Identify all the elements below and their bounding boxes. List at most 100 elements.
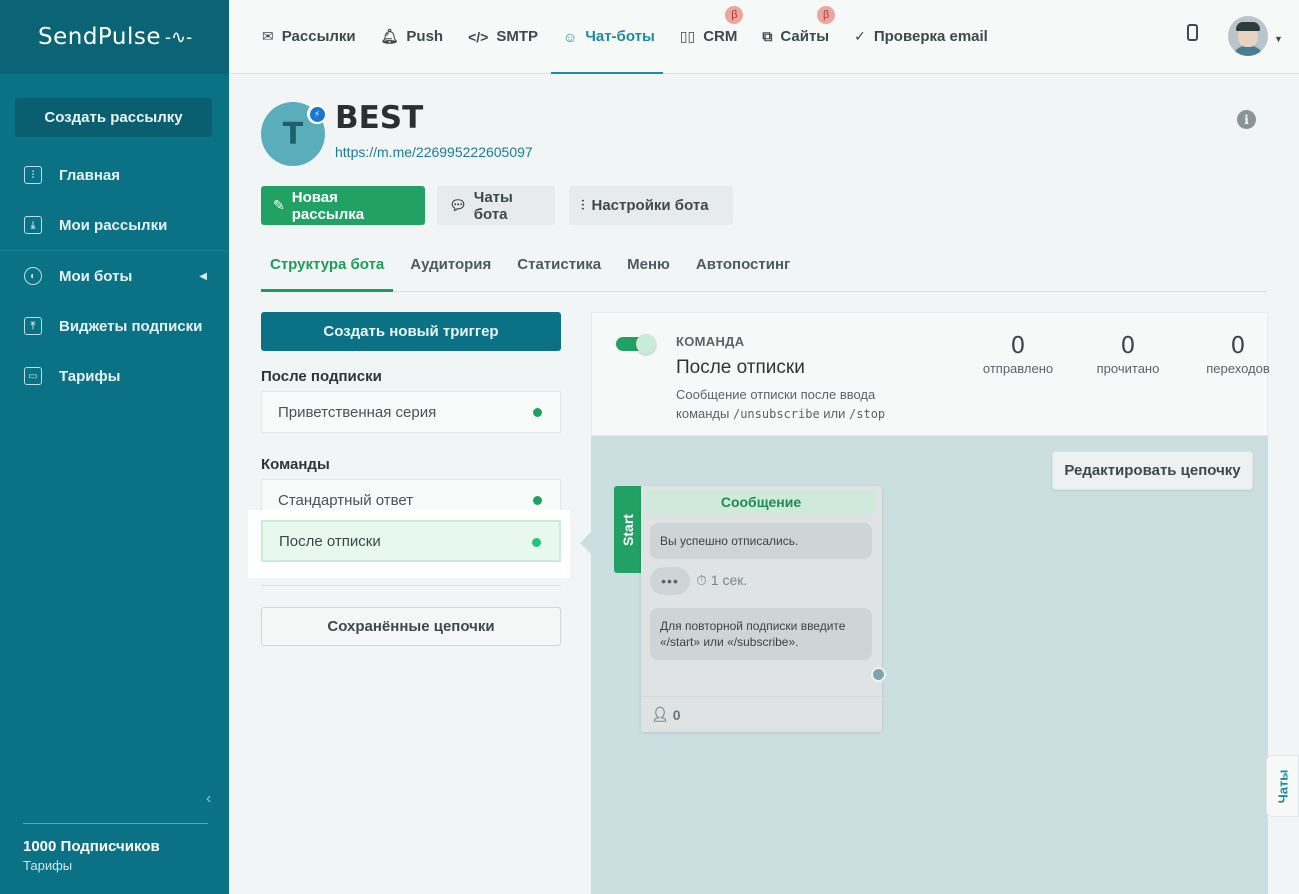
trigger-label: Приветственная серия: [278, 403, 437, 421]
message-block-title: Сообщение: [646, 490, 876, 514]
subscription-info: 1000 Подписчиков Тарифы: [23, 823, 208, 873]
collapse-sidebar-icon[interactable]: ‹: [206, 790, 211, 808]
delay-value: 1 сек.: [710, 572, 748, 588]
message-bubble: Вы успешно отписались.: [650, 523, 872, 559]
after-subscribe-label: После подписки: [261, 368, 382, 385]
beta-badge: β: [725, 5, 744, 24]
stat-clicks: 0 переходов: [1188, 333, 1288, 376]
create-campaign-button[interactable]: Создать рассылку: [15, 98, 212, 137]
divider: [261, 585, 561, 586]
sidebar-item-tariffs[interactable]: ▭ Тарифы: [0, 351, 229, 401]
button-label: Настройки бота: [591, 197, 709, 214]
user-icon: 👤︎: [651, 706, 669, 722]
logo[interactable]: SendPulse -∿-: [0, 0, 229, 74]
tab-autoposting[interactable]: Автопостинг: [687, 244, 799, 291]
trigger-panel: КОМАНДА После отписки Сообщение отписки …: [580, 312, 1270, 894]
tariffs-link[interactable]: Тарифы: [23, 858, 208, 873]
sidebar-item-label: Тарифы: [59, 367, 121, 385]
bot-link[interactable]: https://m.me/226995222605097: [335, 144, 533, 160]
status-dot: [532, 538, 541, 547]
chain-canvas[interactable]: Редактировать цепочку Start Сообщение Вы…: [580, 436, 1268, 894]
sidebar-item-label: Мои боты: [59, 267, 133, 285]
bot-settings-button[interactable]: ⫶ Настройки бота: [569, 186, 733, 225]
stat-sent: 0 отправлено: [968, 333, 1068, 376]
info-icon[interactable]: i: [1237, 110, 1256, 129]
bot-tabs: Структура бота Аудитория Статистика Меню…: [261, 244, 1267, 292]
inbox-icon: ⤓: [24, 216, 42, 234]
tab-structure[interactable]: Структура бота: [261, 244, 394, 292]
typing-indicator: •••: [650, 567, 690, 595]
bot-chats-button[interactable]: 💬︎ Чаты бота: [437, 186, 555, 225]
tab-statistics[interactable]: Статистика: [508, 244, 610, 291]
wallet-icon: ▭: [24, 367, 42, 385]
sidebar: SendPulse -∿- Создать рассылку ⫶ Главная…: [0, 0, 229, 894]
stat-label: отправлено: [982, 361, 1054, 376]
topnav-item-campaigns[interactable]: ✉ Рассылки: [262, 0, 356, 74]
sidebar-item-widgets[interactable]: ⤒ Виджеты подписки: [0, 301, 229, 351]
chat-icon: 💬︎: [449, 197, 467, 213]
messenger-icon: ⚡: [309, 106, 325, 122]
saved-chains-button[interactable]: Сохранённые цепочки: [261, 607, 561, 646]
tab-menu[interactable]: Меню: [618, 244, 679, 291]
mobile-icon[interactable]: [1187, 24, 1198, 41]
commands-label: Команды: [261, 456, 330, 473]
topnav-label: Чат-боты: [585, 28, 655, 45]
avatar-body: [1233, 46, 1263, 56]
trigger-header: КОМАНДА После отписки Сообщение отписки …: [591, 312, 1270, 436]
edit-chain-button[interactable]: Редактировать цепочку: [1052, 451, 1253, 490]
topnav-item-crm[interactable]: ▯▯ CRM β: [680, 0, 744, 74]
sidebar-item-label: Виджеты подписки: [59, 317, 203, 335]
stat-value: 0: [1230, 333, 1246, 359]
button-label: Чаты бота: [473, 188, 513, 223]
command-unsubscribe: /unsubscribe: [732, 407, 820, 421]
trigger-type: КОМАНДА: [676, 334, 745, 349]
main-content: T ⚡ BEST https://m.me/226995222605097 i …: [229, 74, 1299, 894]
topnav-item-email-check[interactable]: ✓ Проверка email: [854, 0, 988, 74]
status-dot: [533, 408, 542, 417]
topnav-label: Проверка email: [873, 28, 988, 45]
topnav-label: SMTP: [496, 28, 539, 45]
trigger-item-after-unsubscribe[interactable]: После отписки: [261, 520, 561, 562]
check-circle-icon: ✓: [854, 28, 866, 44]
stat-label: прочитано: [1096, 361, 1160, 376]
create-trigger-button[interactable]: Создать новый триггер: [261, 312, 561, 351]
beta-badge: β: [817, 5, 836, 24]
message-block[interactable]: Сообщение Вы успешно отписались. ••• ⏱ 1…: [641, 486, 886, 732]
trigger-label: После отписки: [279, 532, 381, 550]
user-avatar[interactable]: [1228, 16, 1268, 56]
start-marker: Start: [614, 486, 641, 573]
sidebar-item-home[interactable]: ⫶ Главная: [0, 150, 229, 200]
topnav-item-sites[interactable]: ⧉ Сайты β: [762, 0, 836, 74]
topnav-item-chatbots[interactable]: ☺ Чат-боты: [551, 0, 663, 74]
topnav-label: Push: [406, 28, 444, 45]
trigger-enabled-toggle[interactable]: [616, 334, 656, 354]
stat-value: 0: [1120, 333, 1136, 359]
chats-side-tab[interactable]: Чаты: [1266, 755, 1299, 817]
desc-or: или: [823, 406, 846, 421]
topnav-item-smtp[interactable]: </> SMTP: [468, 0, 538, 74]
trigger-item-welcome[interactable]: Приветственная серия: [261, 391, 561, 433]
chevron-down-icon[interactable]: ▼: [1274, 34, 1283, 44]
new-campaign-button[interactable]: ✎ Новая рассылка: [261, 186, 425, 225]
sites-icon: ⧉: [762, 28, 773, 44]
tab-audience[interactable]: Аудитория: [401, 244, 500, 291]
topnav-item-push[interactable]: 🔔︎ Push: [381, 0, 443, 74]
sliders-icon: ⫶: [24, 166, 42, 184]
sidebar-item-campaigns[interactable]: ⤓ Мои рассылки: [0, 200, 229, 250]
top-nav: ✉ Рассылки 🔔︎ Push </> SMTP ☺ Чат-боты ▯…: [229, 0, 1299, 74]
delay-label: ⏱ 1 сек.: [696, 572, 747, 589]
start-label: Start: [619, 513, 636, 546]
sidebar-item-bots[interactable]: ◐ Мои боты ◀: [0, 251, 229, 301]
avatar-hair: [1236, 22, 1260, 31]
stat-label: переходов: [1206, 361, 1270, 376]
connector-handle[interactable]: [871, 667, 886, 682]
message-bubble: Для повторной подписки введите «/start» …: [650, 608, 872, 660]
topnav-label: Сайты: [780, 28, 830, 45]
subscribers-count: 1000 Подписчиков: [23, 838, 160, 855]
users-count: 0: [672, 706, 681, 723]
status-dot: [533, 496, 542, 505]
timer-icon: ⏱: [696, 572, 707, 588]
topnav-label: Рассылки: [281, 28, 356, 45]
bell-icon: 🔔︎: [380, 28, 399, 44]
sidebar-item-label: Мои рассылки: [59, 216, 168, 234]
